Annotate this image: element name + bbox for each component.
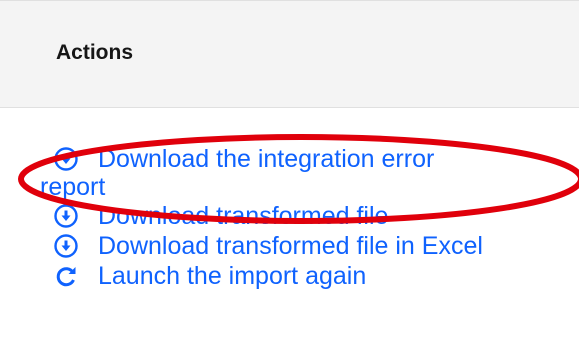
section-title: Actions	[56, 41, 134, 64]
download-transformed-file-label: Download transformed file	[98, 202, 389, 230]
download-circle-icon	[54, 231, 80, 261]
actions-list: Download the integration error report Do…	[40, 144, 579, 291]
download-transformed-file-link[interactable]: Download transformed file	[40, 201, 579, 231]
actions-panel: Actions Download the integration error r…	[0, 0, 579, 350]
download-error-report-label-line1: Download the integration error	[98, 145, 435, 173]
refresh-icon	[54, 261, 80, 291]
actions-header: Actions	[0, 0, 579, 108]
launch-import-again-label: Launch the import again	[98, 262, 367, 290]
download-circle-icon	[54, 201, 80, 231]
download-error-report-label-line2: report	[40, 173, 106, 201]
launch-import-again-link[interactable]: Launch the import again	[40, 261, 579, 291]
download-transformed-file-excel-link[interactable]: Download transformed file in Excel	[40, 231, 579, 261]
download-circle-icon	[54, 144, 80, 174]
download-transformed-file-excel-label: Download transformed file in Excel	[98, 232, 483, 260]
download-error-report-link[interactable]: Download the integration error report	[40, 144, 560, 201]
